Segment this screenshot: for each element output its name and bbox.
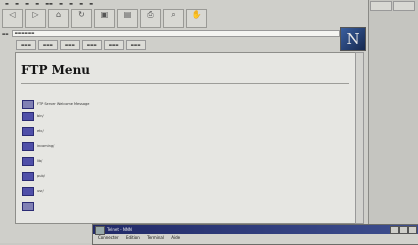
images-button[interactable]: ▣ <box>94 9 115 28</box>
list-item[interactable]: pub/ <box>22 171 45 181</box>
list-item-label: lib/ <box>37 159 43 163</box>
menu-edit[interactable]: ▬ <box>15 0 19 8</box>
telnet-menu-bar: Connecter Edition Terminal Aide <box>93 234 418 242</box>
list-item-label: FTP Server Welcome Message <box>37 102 90 106</box>
directory-button-5[interactable]: ▬▬▬ <box>103 40 124 50</box>
menu-window[interactable]: ▬ <box>79 0 83 8</box>
reload-icon: ↻ <box>78 10 85 19</box>
open-icon: ▤ <box>123 10 132 19</box>
folder-icon <box>22 186 34 196</box>
minimize-icon[interactable] <box>390 226 399 234</box>
list-item[interactable]: FTP Server Welcome Message <box>22 99 89 109</box>
list-item[interactable] <box>22 201 34 211</box>
open-button[interactable]: ▤ <box>117 9 138 28</box>
navigation-toolbar: ◁ ▷ ⌂ ↻ ▣ ▤ ⎙ ⌕ ✋ <box>2 9 228 29</box>
telnet-menu-terminal[interactable]: Terminal <box>147 235 164 240</box>
menu-bookmarks[interactable]: ▬▬ <box>45 0 53 8</box>
page-title: FTP Menu <box>21 63 91 77</box>
browser-window: ▬ ▬ ▬ ▬ ▬▬ ▬ ▬ ▬ ▬ ◁ ▷ ⌂ ↻ ▣ ▤ ⎙ ⌕ ✋ ▬▬ … <box>0 0 369 243</box>
back-arrow-icon: ◁ <box>9 10 16 19</box>
forward-arrow-icon: ▷ <box>32 10 39 19</box>
directory-button-3[interactable]: ▬▬▬ <box>59 40 80 50</box>
telnet-app-icon <box>95 226 105 235</box>
home-icon: ⌂ <box>55 10 62 19</box>
directory-buttons: ▬▬▬ ▬▬▬ ▬▬▬ ▬▬▬ ▬▬▬ ▬▬▬ <box>16 40 146 50</box>
stop-icon: ✋ <box>191 10 202 19</box>
telnet-title-bar[interactable]: Telnet - NNN <box>93 225 418 235</box>
close-icon[interactable] <box>408 226 417 234</box>
folder-icon <box>22 156 34 166</box>
side-button-2[interactable] <box>393 1 415 11</box>
divider <box>21 83 349 84</box>
telnet-title: Telnet - NNN <box>107 227 132 232</box>
reload-button[interactable]: ↻ <box>71 9 92 28</box>
list-item-label: incoming/ <box>37 144 55 148</box>
list-item-label: pub/ <box>37 174 45 178</box>
find-button[interactable]: ⌕ <box>163 9 184 28</box>
telnet-menu-edit[interactable]: Edition <box>126 235 140 240</box>
side-window <box>369 0 418 243</box>
menu-go[interactable]: ▬ <box>35 0 39 8</box>
find-icon: ⌕ <box>171 10 176 19</box>
list-item[interactable]: usr/ <box>22 186 44 196</box>
location-row: ▬▬ ▬▬▬▬▬▬ <box>2 30 340 37</box>
maximize-icon[interactable] <box>399 226 408 234</box>
folder-icon <box>22 171 34 181</box>
menu-file[interactable]: ▬ <box>5 0 9 8</box>
telnet-window: Telnet - NNN Connecter Edition Terminal … <box>92 224 418 245</box>
print-button[interactable]: ⎙ <box>140 9 161 28</box>
stop-button[interactable]: ✋ <box>186 9 207 28</box>
forward-button[interactable]: ▷ <box>25 9 46 28</box>
folder-icon <box>22 141 34 151</box>
menu-help[interactable]: ▬ <box>89 0 93 8</box>
directory-button-4[interactable]: ▬▬▬ <box>81 40 102 50</box>
folder-icon <box>22 126 34 136</box>
netscape-logo: N <box>340 27 366 51</box>
telnet-menu-connect[interactable]: Connecter <box>98 235 119 240</box>
back-button[interactable]: ◁ <box>2 9 23 28</box>
telnet-menu-help[interactable]: Aide <box>171 235 180 240</box>
menu-directory[interactable]: ▬ <box>69 0 73 8</box>
print-icon: ⎙ <box>147 10 154 19</box>
menu-options[interactable]: ▬ <box>59 0 63 8</box>
list-item-label: etc/ <box>37 129 44 133</box>
menu-bar: ▬ ▬ ▬ ▬ ▬▬ ▬ ▬ ▬ ▬ <box>0 0 368 8</box>
directory-button-6[interactable]: ▬▬▬ <box>125 40 146 50</box>
list-item[interactable]: etc/ <box>22 126 44 136</box>
directory-button-2[interactable]: ▬▬▬ <box>37 40 58 50</box>
home-button[interactable]: ⌂ <box>48 9 69 28</box>
document-icon <box>22 99 34 109</box>
list-item-label: bin/ <box>37 114 44 118</box>
document-icon <box>22 201 34 211</box>
side-button-1[interactable] <box>370 1 392 11</box>
list-item[interactable]: incoming/ <box>22 141 54 151</box>
folder-icon <box>22 111 34 121</box>
list-item[interactable]: bin/ <box>22 111 44 121</box>
list-item[interactable]: lib/ <box>22 156 42 166</box>
location-label-marks: ▬▬ <box>2 31 9 36</box>
menu-view[interactable]: ▬ <box>25 0 29 8</box>
list-item-label: usr/ <box>37 189 44 193</box>
vertical-scrollbar[interactable] <box>355 52 364 224</box>
directory-button-1[interactable]: ▬▬▬ <box>16 40 36 50</box>
page-content: FTP Menu FTP Server Welcome Message bin/… <box>15 52 356 224</box>
location-input[interactable]: ▬▬▬▬▬▬ <box>11 30 340 37</box>
images-icon: ▣ <box>100 10 109 19</box>
